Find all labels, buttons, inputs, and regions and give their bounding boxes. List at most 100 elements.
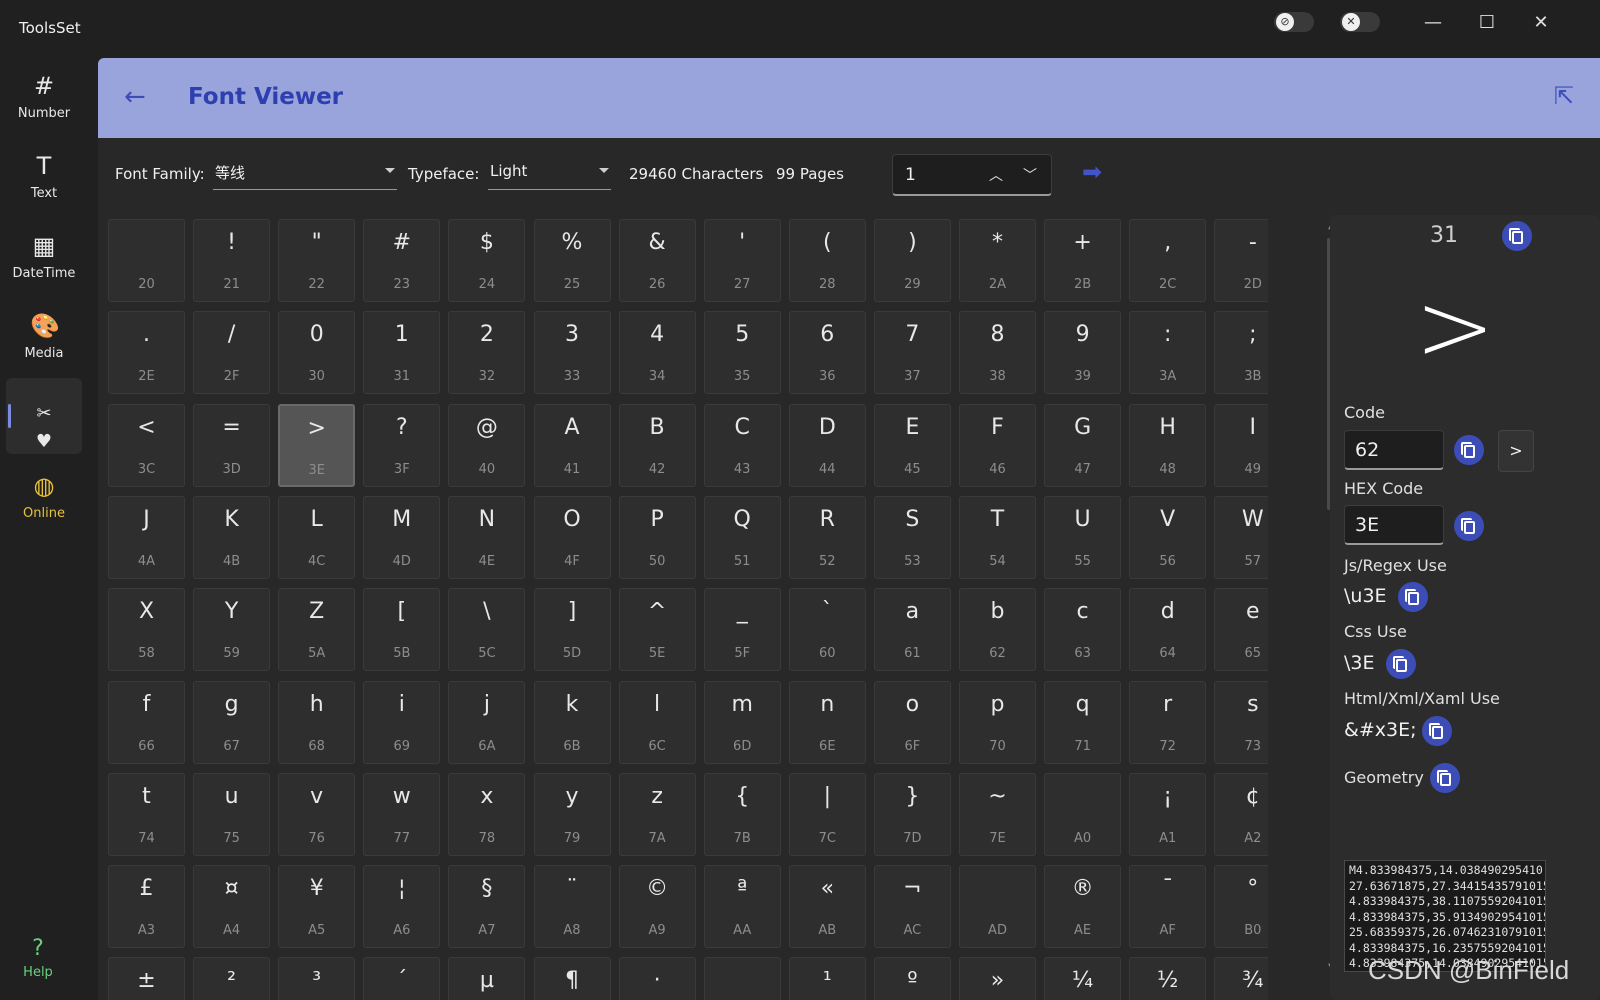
char-cell[interactable]: N 4E (448, 495, 526, 579)
char-cell[interactable] (703, 957, 781, 1000)
copy-icon[interactable] (1454, 511, 1484, 541)
char-cell[interactable]: v 76 (278, 772, 356, 856)
char-cell[interactable]: (28 (788, 219, 866, 302)
char-cell[interactable]: q 71 (1044, 680, 1122, 764)
char-cell[interactable]: @40 (448, 403, 526, 487)
char-cell[interactable]: ² (193, 957, 271, 1000)
char-cell[interactable]: I 49 (1214, 403, 1268, 487)
char-cell[interactable]: R 52 (788, 495, 866, 579)
char-cell[interactable]: 3 33 (533, 311, 611, 395)
open-external-icon[interactable]: ⇱ (1554, 82, 1574, 110)
screen-toggle[interactable]: ⊘ (1274, 12, 1314, 32)
char-cell[interactable]: f 66 (108, 680, 185, 764)
char-cell[interactable]: +2B (1044, 219, 1122, 302)
char-cell[interactable]: ¤ A4 (193, 865, 271, 949)
char-cell[interactable]: « AB (788, 865, 866, 949)
char-cell[interactable]: 5 35 (703, 311, 781, 395)
copy-icon[interactable] (1502, 221, 1532, 251)
hex-code-input[interactable]: 3E (1344, 505, 1444, 545)
char-cell[interactable]: a 61 (873, 588, 951, 672)
typeface-select[interactable]: Light (488, 154, 611, 190)
char-cell[interactable]: h 68 (278, 680, 356, 764)
char-cell[interactable]: ` 60 (788, 588, 866, 672)
char-cell[interactable]: 4 34 (618, 311, 696, 395)
char-cell[interactable]: ¼ (1044, 957, 1122, 1000)
char-cell[interactable]: r 72 (1129, 680, 1207, 764)
char-cell[interactable]: , 2C (1129, 219, 1207, 302)
char-cell[interactable]: ) 29 (873, 219, 951, 302)
char-cell[interactable]: ] 5D (533, 588, 611, 672)
char-cell[interactable]: >3E (278, 403, 356, 487)
nav-item-datetime[interactable]: ▦ DateTime (6, 222, 82, 298)
char-cell[interactable]: B 42 (618, 403, 696, 487)
char-cell[interactable]: X 58 (108, 588, 185, 672)
char-cell[interactable]: § A7 (448, 865, 526, 949)
char-cell[interactable]: M 4D (363, 495, 441, 579)
char-cell[interactable]: 2 32 (448, 311, 526, 395)
char-cell[interactable]: W 57 (1214, 495, 1268, 579)
chevron-up-icon[interactable]: ︿ (985, 165, 1007, 185)
char-cell[interactable]: Q 51 (703, 495, 781, 579)
char-cell[interactable]: {7B (703, 772, 781, 856)
char-cell[interactable]: ½ (1129, 957, 1207, 1000)
char-cell[interactable]: 6 36 (788, 311, 866, 395)
char-cell[interactable]: ª AA (703, 865, 781, 949)
char-cell[interactable]: k 6B (533, 680, 611, 764)
chevron-down-icon[interactable]: ﹀ (1019, 165, 1041, 185)
char-cell[interactable]: J 4A (108, 495, 185, 579)
nav-item-number[interactable]: # Number (6, 62, 82, 138)
char-cell[interactable]: P 50 (618, 495, 696, 579)
char-cell[interactable]: ¢ A2 (1214, 772, 1268, 856)
char-cell[interactable]: / 2F (193, 311, 271, 395)
char-cell[interactable]: A 41 (533, 403, 611, 487)
char-cell[interactable]: | 7C (788, 772, 866, 856)
char-cell[interactable]: % 25 (533, 219, 611, 302)
copy-icon[interactable] (1386, 649, 1416, 679)
char-cell[interactable]: " 22 (278, 219, 356, 302)
char-cell[interactable]: t 74 (108, 772, 185, 856)
char-cell[interactable]: d 64 (1129, 588, 1207, 672)
char-cell[interactable]: u 75 (193, 772, 271, 856)
minimize-button[interactable]: — (1410, 8, 1456, 38)
char-cell[interactable]: & 26 (618, 219, 696, 302)
char-cell[interactable]: 9 39 (1044, 311, 1122, 395)
char-cell[interactable]: º (873, 957, 951, 1000)
char-cell[interactable]: ¨ A8 (533, 865, 611, 949)
char-cell[interactable]: _ 5F (703, 588, 781, 672)
char-cell[interactable]: ' 27 (703, 219, 781, 302)
char-cell[interactable]: y 79 (533, 772, 611, 856)
maximize-button[interactable]: ☐ (1464, 8, 1510, 38)
char-cell[interactable]: 7 37 (873, 311, 951, 395)
char-cell[interactable]: L 4C (278, 495, 356, 579)
char-cell[interactable]: ³ (278, 957, 356, 1000)
char-cell[interactable]: · (618, 957, 696, 1000)
char-cell[interactable]: 0 30 (278, 311, 356, 395)
char-cell[interactable]: ¹ (788, 957, 866, 1000)
char-cell[interactable]: ¥ A5 (278, 865, 356, 949)
char-cell[interactable]: * 2A (959, 219, 1036, 302)
char-cell[interactable]: ¾ (1214, 957, 1268, 1000)
char-cell[interactable]: . 2E (108, 311, 185, 395)
copy-icon[interactable] (1398, 582, 1428, 612)
char-cell[interactable]: A0 (1044, 772, 1122, 856)
char-cell[interactable]: } 7D (873, 772, 951, 856)
char-cell[interactable]: ~7E (959, 772, 1036, 856)
char-cell[interactable]: Y 59 (193, 588, 271, 672)
char-cell[interactable]: AD (959, 865, 1036, 949)
char-cell[interactable]: » (959, 957, 1036, 1000)
copy-icon[interactable] (1454, 435, 1484, 465)
char-cell[interactable]: ¦ A6 (363, 865, 441, 949)
char-cell[interactable]: F 46 (959, 403, 1036, 487)
nav-item-symbols[interactable]: ✂♥ (6, 378, 82, 454)
char-cell[interactable]: z 7A (618, 772, 696, 856)
char-cell[interactable]: = 3D (193, 403, 271, 487)
char-cell[interactable]: m 6D (703, 680, 781, 764)
char-cell[interactable]: b 62 (959, 588, 1036, 672)
nav-item-text[interactable]: T Text (6, 142, 82, 218)
char-cell[interactable]: $24 (448, 219, 526, 302)
char-cell[interactable]: w 77 (363, 772, 441, 856)
char-cell[interactable]: ! 21 (193, 219, 271, 302)
page-number-input[interactable]: 1 ︿ ﹀ (892, 154, 1052, 196)
char-cell[interactable]: j 6A (448, 680, 526, 764)
back-arrow-icon[interactable]: ← (124, 82, 146, 112)
